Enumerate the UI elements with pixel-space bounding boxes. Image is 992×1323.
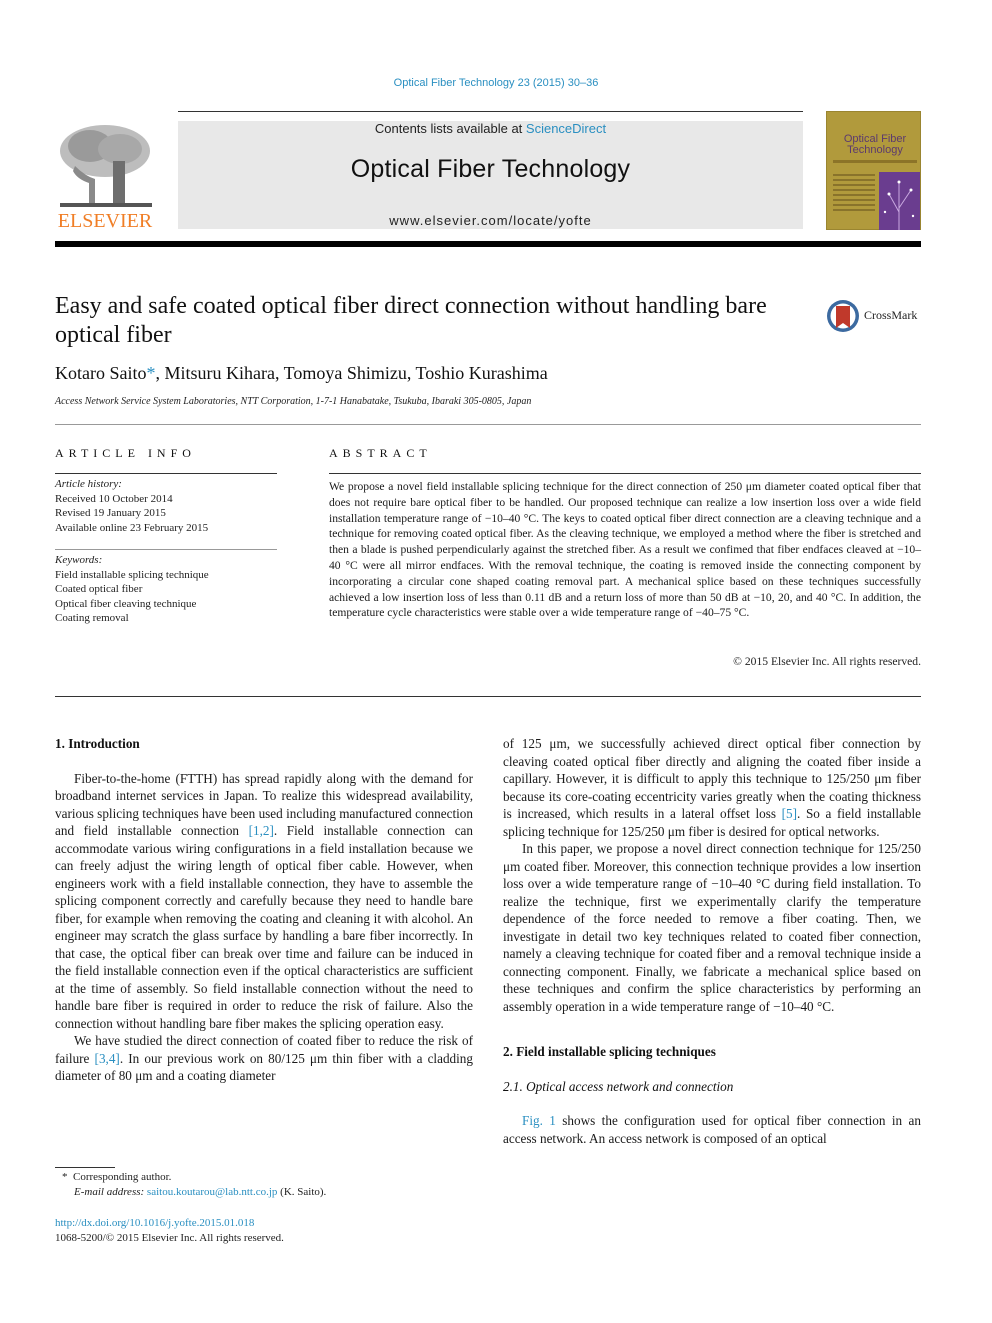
doi-block: http://dx.doi.org/10.1016/j.yofte.2015.0… [55, 1216, 475, 1246]
keyword-item: Field installable splicing technique [55, 568, 209, 581]
keyword-item: Optical fiber cleaving technique [55, 597, 197, 610]
elsevier-wordmark: ELSEVIER [57, 210, 153, 232]
journal-title: Optical Fiber Technology [350, 155, 631, 183]
header-thick-rule [55, 241, 921, 247]
article-info-heading: ARTICLE INFO [55, 446, 196, 460]
author-rest: , Mitsuru Kihara, Tomoya Shimizu, Toshio… [155, 363, 548, 383]
history-label: Article history: [55, 478, 122, 490]
journal-citation-link[interactable]: Optical Fiber Technology 23 (2015) 30–36 [0, 77, 992, 89]
text-run: . Field installable connection can accom… [55, 823, 473, 1031]
abstract-text: We propose a novel field installable spl… [329, 480, 921, 620]
figure-link[interactable]: Fig. 1 [522, 1113, 556, 1128]
body-column-left: 1. Introduction Fiber-to-the-home (FTTH)… [55, 735, 473, 1085]
footnote-rule [55, 1167, 115, 1168]
corresponding-author-marker[interactable]: * [147, 363, 156, 383]
article-history: Article history: Received 10 October 201… [55, 477, 277, 535]
body-column-right: of 125 μm, we successfully achieved dire… [503, 735, 921, 1147]
cover-contents-lines [833, 174, 875, 214]
paragraph: We have studied the direct connection of… [55, 1032, 473, 1085]
crossmark-button[interactable]: CrossMark [826, 298, 926, 334]
paragraph: Fiber-to-the-home (FTTH) has spread rapi… [55, 770, 473, 1033]
elsevier-tree-icon [60, 125, 152, 207]
paragraph: Fig. 1 shows the configuration used for … [503, 1112, 921, 1147]
keywords-rule [55, 549, 277, 550]
corresponding-label: Corresponding author. [73, 1171, 172, 1183]
abstract-rule [329, 473, 921, 474]
paragraph-continued: of 125 μm, we successfully achieved dire… [503, 735, 921, 840]
contents-line: Contents lists available at ScienceDirec… [178, 121, 803, 136]
keywords-label: Keywords: [55, 554, 103, 566]
crossmark-label: CrossMark [864, 308, 918, 322]
keywords-block: Keywords: Field installable splicing tec… [55, 553, 277, 626]
section-2-heading: 2. Field installable splicing techniques [503, 1044, 716, 1059]
paper-title: Easy and safe coated optical fiber direc… [55, 293, 767, 348]
author-first[interactable]: Kotaro Saito [55, 363, 147, 383]
journal-masthead: Contents lists available at ScienceDirec… [178, 121, 803, 229]
email-footnote: E-mail address: saitou.koutarou@lab.ntt.… [62, 1185, 482, 1200]
reference-link[interactable]: [3,4] [95, 1051, 120, 1066]
crossmark-icon [827, 300, 859, 332]
cover-subtitle-bar [833, 160, 917, 163]
affiliation: Access Network Service System Laboratori… [55, 396, 532, 407]
subsection-2-1-heading: 2.1. Optical access network and connecti… [503, 1078, 734, 1094]
footnote-marker: * [62, 1171, 68, 1183]
doi-link[interactable]: http://dx.doi.org/10.1016/j.yofte.2015.0… [55, 1217, 254, 1229]
footnotes: * Corresponding author. E-mail address: … [62, 1170, 482, 1200]
issn-line: 1068-5200/© 2015 Elsevier Inc. All right… [55, 1232, 284, 1244]
abstract-copyright: © 2015 Elsevier Inc. All rights reserved… [733, 655, 921, 668]
title-rule [55, 424, 921, 425]
sciencedirect-link[interactable]: ScienceDirect [526, 121, 606, 136]
article-info-rule [55, 473, 277, 474]
email-suffix: (K. Saito). [277, 1186, 327, 1198]
email-label: E-mail address: [74, 1186, 147, 1198]
keyword-item: Coated optical fiber [55, 583, 143, 595]
history-revised: Revised 19 January 2015 [55, 507, 166, 519]
email-link[interactable]: saitou.koutarou@lab.ntt.co.jp [147, 1186, 278, 1198]
reference-link[interactable]: [5] [782, 806, 797, 821]
journal-cover-image: Optical Fiber Technology [826, 111, 921, 230]
history-online: Available online 23 February 2015 [55, 521, 209, 534]
contents-prefix: Contents lists available at [374, 121, 526, 136]
history-received: Received 10 October 2014 [55, 492, 173, 505]
cover-title: Optical Fiber Technology [831, 134, 919, 156]
fiber-tree-icon [883, 180, 915, 230]
abstract-heading: ABSTRACT [329, 446, 432, 460]
keyword-item: Coating removal [55, 612, 129, 624]
corresponding-footnote: * Corresponding author. [62, 1170, 482, 1185]
cover-title-line2: Technology [847, 144, 903, 156]
journal-url[interactable]: www.elsevier.com/locate/yofte [178, 213, 803, 228]
paragraph: In this paper, we propose a novel direct… [503, 841, 921, 1014]
reference-link[interactable]: [1,2] [249, 823, 274, 838]
header-rule [178, 111, 803, 112]
section-1-heading: 1. Introduction [55, 736, 140, 751]
text-run: shows the configuration used for optical… [503, 1113, 921, 1146]
cover-artwork [879, 172, 920, 230]
abstract-end-rule [55, 696, 921, 697]
author-list: Kotaro Saito*, Mitsuru Kihara, Tomoya Sh… [55, 363, 548, 384]
